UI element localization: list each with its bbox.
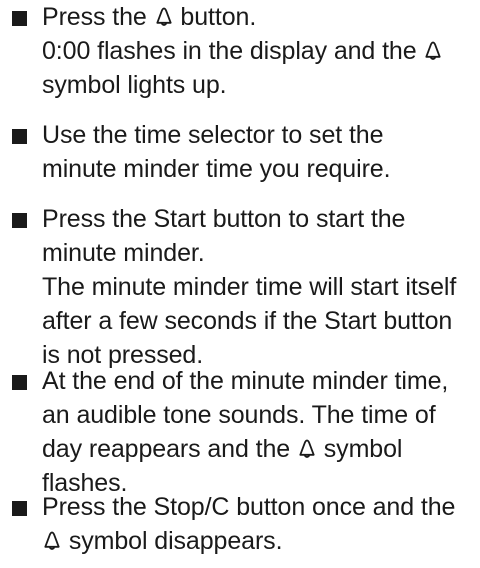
square-bullet-icon bbox=[12, 129, 27, 144]
bell-icon bbox=[42, 530, 62, 552]
instruction-line: Press the Stop/C button once and the bbox=[42, 493, 456, 521]
square-bullet-icon bbox=[12, 501, 27, 516]
instruction-line: minute minder. bbox=[42, 239, 205, 267]
bell-icon bbox=[297, 438, 317, 460]
instruction-line: an audible tone sounds. The time of bbox=[42, 401, 436, 429]
instruction-line: after a few seconds if the Start button bbox=[42, 307, 453, 335]
instruction-line: The minute minder time will start itself bbox=[42, 273, 457, 301]
instruction-line: day reappears and the symbol bbox=[42, 435, 403, 463]
instruction-line: symbol lights up. bbox=[42, 71, 227, 99]
instruction-line: Press the button. bbox=[42, 3, 257, 31]
instruction-line: Use the time selector to set the bbox=[42, 121, 384, 149]
bell-icon bbox=[154, 6, 174, 28]
square-bullet-icon bbox=[12, 375, 27, 390]
bell-icon bbox=[423, 40, 443, 62]
instruction-line: 0:00 flashes in the display and the bbox=[42, 34, 476, 68]
instruction-line: At the end of the minute minder time, bbox=[42, 367, 449, 395]
instruction-line: symbol disappears. bbox=[42, 524, 476, 558]
instruction-line: minute minder time you require. bbox=[42, 155, 391, 183]
square-bullet-icon bbox=[12, 11, 27, 26]
square-bullet-icon bbox=[12, 213, 27, 228]
instruction-line: Press the Start button to start the bbox=[42, 205, 406, 233]
